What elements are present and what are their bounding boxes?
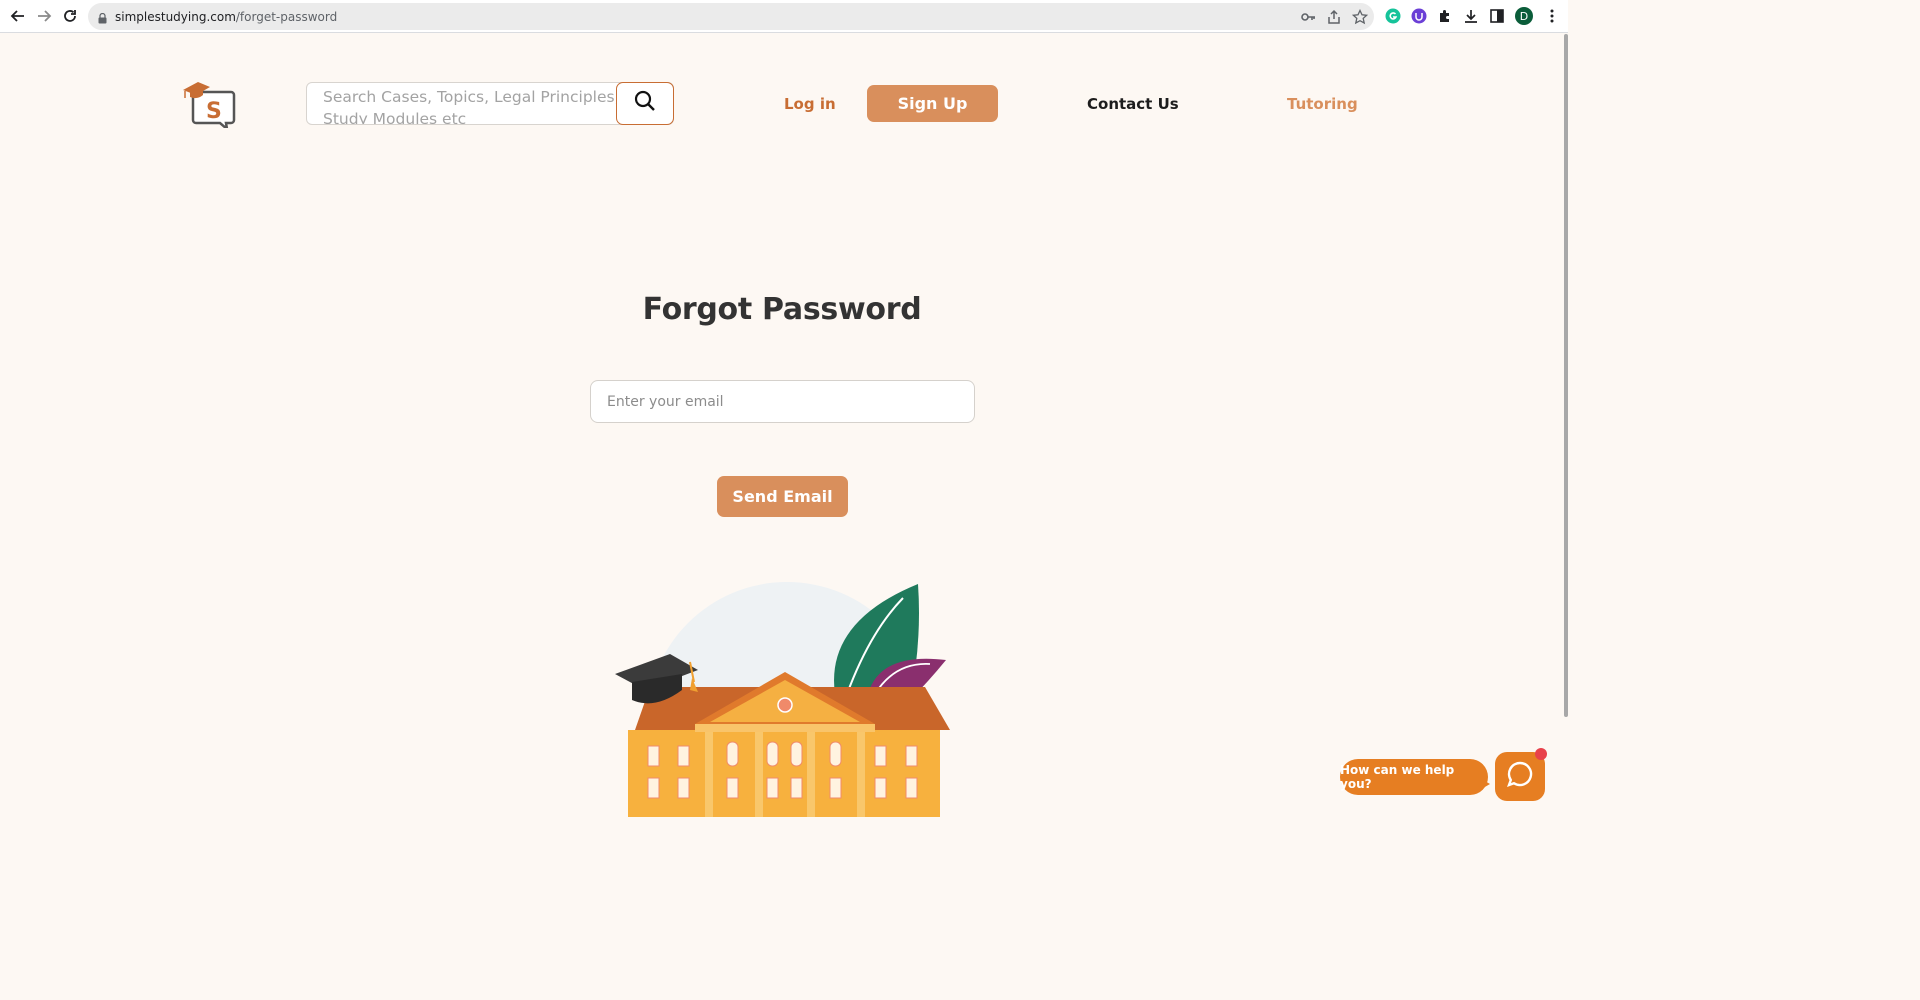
browser-toolbar: simplestudying.com/forget-password D — [0, 0, 1568, 33]
url-domain: simplestudying.com — [115, 10, 236, 24]
login-link[interactable]: Log in — [784, 95, 836, 113]
grammarly-extension-icon[interactable] — [1385, 8, 1401, 24]
page-content: S Search Cases, Topics, Legal Principles… — [0, 34, 1564, 817]
send-email-button[interactable]: Send Email — [717, 476, 848, 517]
page-scrollbar[interactable] — [1564, 34, 1568, 717]
page-title: Forgot Password — [642, 292, 922, 327]
school-building-illustration — [610, 582, 955, 817]
profile-avatar[interactable]: D — [1515, 7, 1533, 25]
site-logo[interactable]: S — [181, 78, 239, 133]
search-button[interactable] — [616, 82, 674, 125]
forward-arrow-icon[interactable] — [34, 6, 54, 26]
chat-bubble-tail — [1478, 777, 1490, 791]
lock-icon — [98, 11, 107, 29]
contact-link[interactable]: Contact Us — [1087, 95, 1179, 113]
url-path: /forget-password — [235, 10, 338, 24]
side-panel-icon[interactable] — [1489, 8, 1505, 24]
address-bar[interactable]: simplestudying.com/forget-password — [88, 3, 1374, 30]
key-icon[interactable] — [1300, 9, 1316, 25]
puzzle-extensions-icon[interactable] — [1437, 8, 1453, 24]
back-arrow-icon[interactable] — [8, 6, 28, 26]
notification-dot — [1535, 748, 1547, 760]
download-icon[interactable] — [1463, 8, 1479, 24]
bookmark-star-icon[interactable] — [1351, 8, 1369, 25]
email-field[interactable] — [590, 380, 975, 423]
reload-icon[interactable] — [60, 6, 80, 26]
tutoring-link[interactable]: Tutoring — [1287, 95, 1358, 113]
purple-extension-icon[interactable] — [1411, 8, 1427, 24]
chat-bubble-icon — [1506, 760, 1534, 793]
search-placeholder: Search Cases, Topics, Legal Principles, … — [323, 88, 620, 125]
url-text: simplestudying.com/forget-password — [115, 10, 337, 24]
search-icon — [634, 90, 656, 117]
signup-button[interactable]: Sign Up — [867, 85, 998, 122]
svg-text:S: S — [206, 99, 222, 124]
kebab-menu-icon[interactable] — [1544, 8, 1560, 24]
share-icon[interactable] — [1326, 9, 1342, 25]
chat-prompt-bubble[interactable]: How can we help you? — [1340, 759, 1488, 795]
